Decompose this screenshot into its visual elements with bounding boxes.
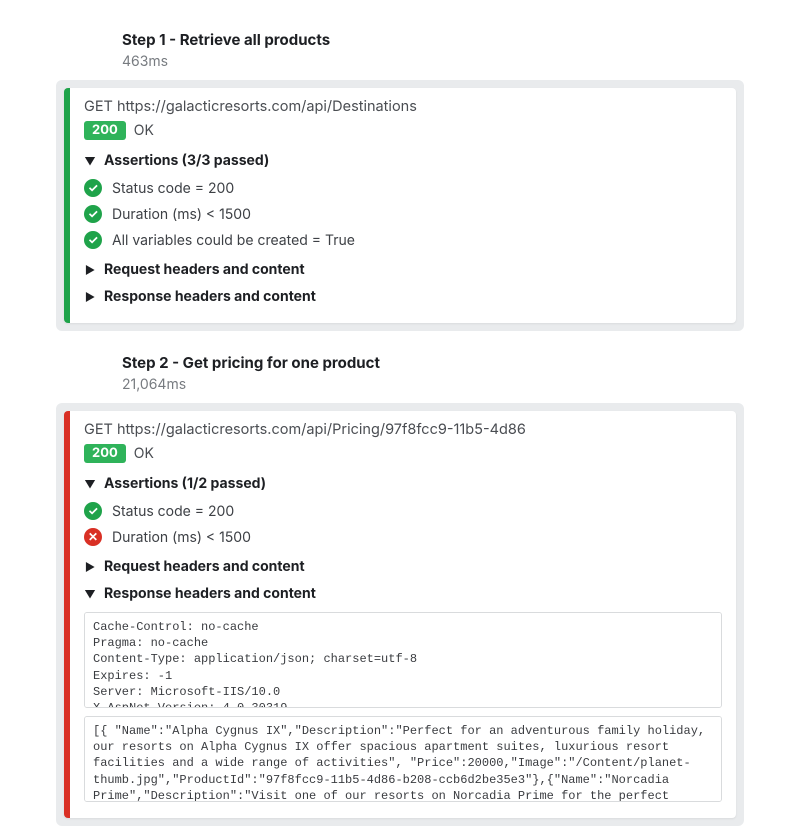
response-headers-toggle-label: Response headers and content	[104, 585, 316, 602]
chevron-down-icon	[84, 154, 96, 168]
assertions-toggle[interactable]: Assertions (3/3 passed)	[84, 150, 722, 171]
check-icon	[84, 502, 102, 520]
chevron-right-icon	[84, 290, 96, 304]
request-headers-toggle[interactable]: Request headers and content	[84, 259, 722, 280]
assertion-row: Duration (ms) < 1500	[84, 201, 722, 227]
cross-icon	[84, 528, 102, 546]
request-headers-toggle[interactable]: Request headers and content	[84, 556, 722, 577]
status-text: OK	[134, 445, 154, 462]
status-badge: 200	[84, 121, 126, 140]
chevron-right-icon	[84, 263, 96, 277]
check-icon	[84, 205, 102, 223]
response-headers-toggle[interactable]: Response headers and content	[84, 583, 722, 604]
step-card: GET https://galacticresorts.com/api/Dest…	[56, 80, 744, 331]
assertion-label: All variables could be created = True	[112, 232, 355, 249]
step-card: GET https://galacticresorts.com/api/Pric…	[56, 403, 744, 826]
step-duration: 21,064ms	[122, 376, 744, 393]
response-headers-toggle-label: Response headers and content	[104, 288, 316, 305]
request-line: GET https://galacticresorts.com/api/Pric…	[84, 421, 722, 438]
assertions-toggle[interactable]: Assertions (1/2 passed)	[84, 473, 722, 494]
status-row: 200 OK	[84, 121, 722, 140]
assertions-toggle-label: Assertions (1/2 passed)	[104, 475, 266, 492]
request-headers-toggle-label: Request headers and content	[104, 558, 305, 575]
assertion-row: Duration (ms) < 1500	[84, 524, 722, 550]
response-headers-toggle[interactable]: Response headers and content	[84, 286, 722, 307]
request-headers-toggle-label: Request headers and content	[104, 261, 305, 278]
check-icon	[84, 231, 102, 249]
status-row: 200 OK	[84, 444, 722, 463]
check-icon	[84, 179, 102, 197]
response-headers-box[interactable]: Cache-Control: no-cache Pragma: no-cache…	[84, 612, 722, 708]
assertion-row: Status code = 200	[84, 175, 722, 201]
chevron-right-icon	[84, 560, 96, 574]
chevron-down-icon	[84, 587, 96, 601]
step-title: Step 1 - Retrieve all products	[122, 30, 744, 49]
assertion-list: Status code = 200 Duration (ms) < 1500 A…	[84, 175, 722, 253]
result-panel: GET https://galacticresorts.com/api/Pric…	[64, 411, 736, 818]
assertion-label: Duration (ms) < 1500	[112, 206, 251, 223]
step-title: Step 2 - Get pricing for one product	[122, 353, 744, 372]
assertion-list: Status code = 200 Duration (ms) < 1500	[84, 498, 722, 550]
assertions-toggle-label: Assertions (3/3 passed)	[104, 152, 269, 169]
status-text: OK	[134, 122, 154, 139]
chevron-down-icon	[84, 477, 96, 491]
assertion-label: Status code = 200	[112, 180, 234, 197]
assertion-row: Status code = 200	[84, 498, 722, 524]
response-body-box[interactable]: [{ "Name":"Alpha Cygnus IX","Description…	[84, 716, 722, 802]
status-badge: 200	[84, 444, 126, 463]
step-duration: 463ms	[122, 53, 744, 70]
assertion-row: All variables could be created = True	[84, 227, 722, 253]
request-line: GET https://galacticresorts.com/api/Dest…	[84, 98, 722, 115]
result-panel: GET https://galacticresorts.com/api/Dest…	[64, 88, 736, 323]
assertion-label: Status code = 200	[112, 503, 234, 520]
assertion-label: Duration (ms) < 1500	[112, 529, 251, 546]
